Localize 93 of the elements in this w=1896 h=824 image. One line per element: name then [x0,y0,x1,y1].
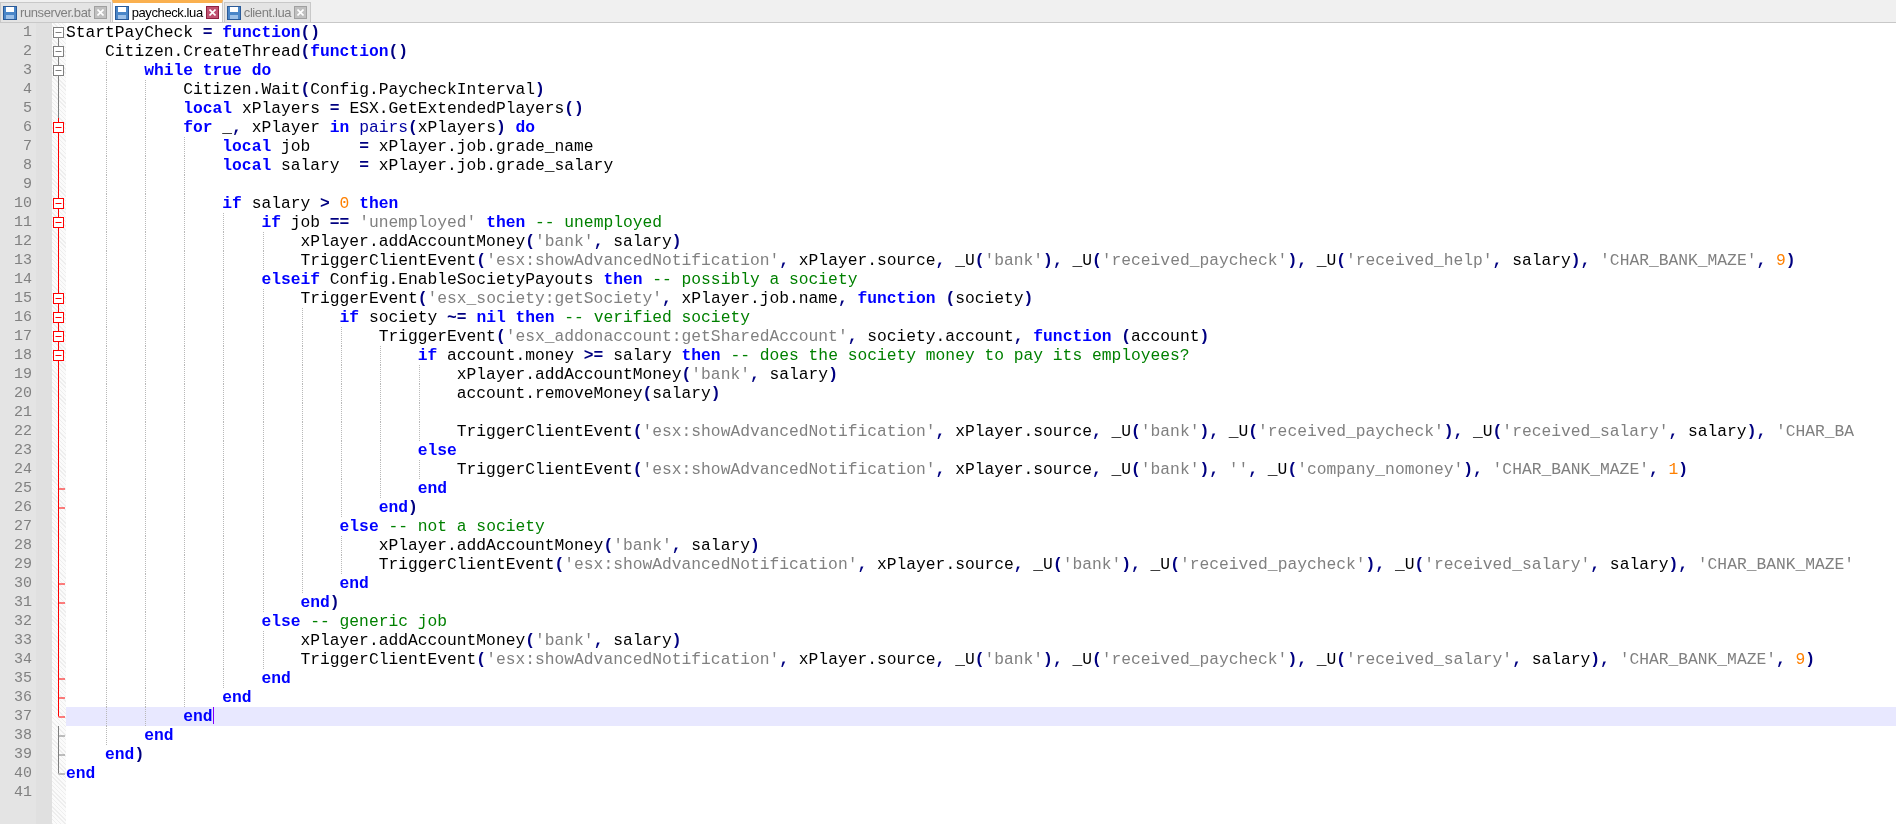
line-number: 5 [22,99,33,118]
code-line: if society ~= nil then -- verified society [338,308,750,327]
line-number: 22 [13,422,33,441]
code-line: TriggerClientEvent('esx:showAdvancedNotification', xPlayer.source, _U('bank'), _U('received_paycheck'), _U('received_help', salary), 'CHAR_BANK_MAZE', 9) [299,251,1796,270]
code-line: TriggerEvent('esx_addonaccount:getSharedAccount', society.account, function (account) [377,327,1210,346]
text-caret [212,707,214,724]
line-number: 35 [13,669,33,688]
line-number: 40 [13,764,33,783]
code-line: else -- not a society [338,517,545,536]
line-number: 7 [22,137,33,156]
fold-collapse-icon[interactable] [52,289,66,308]
code-line: xPlayer.addAccountMoney('bank', salary) [299,232,682,251]
line-number: 41 [13,783,33,802]
line-number: 13 [13,251,33,270]
line-number: 25 [13,479,33,498]
code-line: TriggerClientEvent('esx:showAdvancedNotification', xPlayer.source, _U('bank'), '', _U('company_nomoney'), 'CHAR_BANK_MAZE', 1) [455,460,1689,479]
line-number: 10 [13,194,33,213]
line-number: 39 [13,745,33,764]
code-line: end [66,764,96,783]
fold-collapse-icon[interactable] [52,213,66,232]
file-tab[interactable]: paycheck.lua [111,0,223,22]
code-line: end [260,669,291,688]
line-number: 2 [22,42,33,61]
code-line: local job = xPlayer.job.grade_name [221,137,594,156]
line-number: 14 [13,270,33,289]
code-line: account.removeMoney(salary) [455,384,721,403]
line-number: 26 [13,498,33,517]
code-line: if account.money >= salary then -- does the society money to pay its employees? [416,346,1190,365]
file-tab[interactable]: runserver.bat [0,2,111,22]
fold-collapse-icon[interactable] [52,308,66,327]
code-line: TriggerClientEvent('esx:showAdvancedNotification', xPlayer.source, _U('bank'), _U('received_paycheck'), _U('received_salary', salary), 'CHAR_BANK_MAZE', 9) [299,650,1816,669]
line-number: 11 [13,213,33,232]
code-line: local salary = xPlayer.job.grade_salary [221,156,614,175]
line-number: 8 [22,156,33,175]
line-number: 24 [13,460,33,479]
code-line: end [143,726,174,745]
code-line: end) [104,745,145,764]
line-number: 21 [13,403,33,422]
line-number: 33 [13,631,33,650]
code-line: end [338,574,369,593]
code-line: end) [299,593,340,612]
line-number: 38 [13,726,33,745]
code-line: end [416,479,448,498]
line-number: 37 [13,707,33,726]
code-line: if job == 'unemployed' then -- unemployed [260,213,663,232]
fold-collapse-icon[interactable] [52,194,66,213]
line-number: 32 [13,612,33,631]
line-number: 15 [13,289,33,308]
line-number: 9 [22,175,33,194]
line-number: 12 [13,232,33,251]
line-number: 1 [22,23,33,42]
line-number: 6 [22,118,33,137]
code-line: TriggerClientEvent('esx:showAdvancedNotification', xPlayer.source, _U('bank'), _U('received_paycheck'), _U('received_salary', salary), 'CHAR_BA [455,422,1855,441]
line-number: 4 [22,80,33,99]
close-icon[interactable] [205,6,219,19]
code-line: TriggerEvent('esx_society:getSociety', xPlayer.job.name, function (society) [299,289,1034,308]
code-line: Citizen.Wait(Config.PaycheckInterval) [182,80,545,99]
code-line: Citizen.CreateThread(function() [104,42,408,61]
fold-collapse-icon[interactable] [52,346,66,365]
fold-collapse-icon[interactable] [52,61,66,80]
code-line: end [182,707,213,726]
code-line: else [416,441,457,460]
code-line: for _, xPlayer in pairs(xPlayers) do [182,118,536,137]
fold-collapse-icon[interactable] [52,118,66,137]
line-number: 18 [13,346,33,365]
code-line: end) [377,498,418,517]
code-line: xPlayer.addAccountMoney('bank', salary) [299,631,682,650]
line-number: 17 [13,327,33,346]
code-line: StartPayCheck = function() [66,23,321,42]
fold-collapse-icon[interactable] [52,42,66,61]
line-number: 30 [13,574,33,593]
code-line: elseif Config.EnableSocietyPayouts then -- possibly a society [260,270,858,289]
line-number: 19 [13,365,33,384]
line-number: 3 [22,61,33,80]
file-tab[interactable]: client.lua [223,2,312,22]
line-number: 27 [13,517,33,536]
line-number: 31 [13,593,33,612]
line-number: 36 [13,688,33,707]
code-line: else -- generic job [260,612,448,631]
fold-collapse-icon[interactable] [52,327,66,346]
code-line: local xPlayers = ESX.GetExtendedPlayers() [182,99,584,118]
line-number: 28 [13,536,33,555]
code-line: xPlayer.addAccountMoney('bank', salary) [377,536,760,555]
line-number: 20 [13,384,33,403]
line-number: 29 [13,555,33,574]
line-number: 23 [13,441,33,460]
line-number: 34 [13,650,33,669]
code-line: if salary > 0 then [221,194,399,213]
code-line: TriggerClientEvent('esx:showAdvancedNotification', xPlayer.source, _U('bank'), _U('received_paycheck'), _U('received_salary', salary), 'CHAR_BANK_MAZE' [377,555,1855,574]
code-line: while true do [143,61,272,80]
code-line: xPlayer.addAccountMoney('bank', salary) [455,365,838,384]
code-line: end [221,688,252,707]
line-number: 16 [13,308,33,327]
